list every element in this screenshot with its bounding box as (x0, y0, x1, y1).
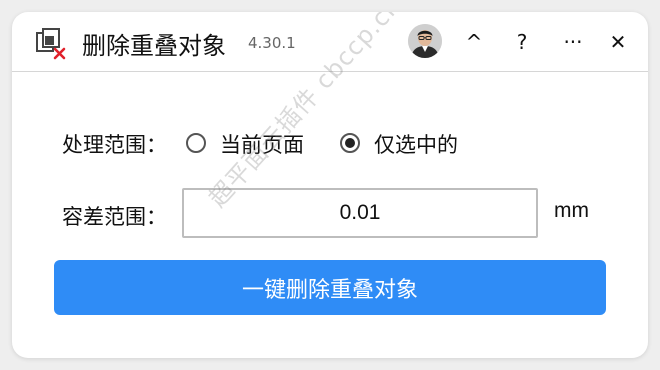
radio-selected-only[interactable] (340, 133, 360, 153)
close-icon: ✕ (609, 30, 627, 54)
app-title: 删除重叠对象 (82, 32, 226, 60)
dialog-window: 删除重叠对象 4.30.1 ^ ? ··· ✕ 处理范围： 当前页面 仅选中的 … (12, 12, 648, 358)
more-icon: ··· (563, 30, 583, 54)
delete-overlap-icon (36, 28, 66, 60)
radio-current-page[interactable] (186, 133, 206, 153)
tolerance-unit: mm (554, 199, 589, 222)
more-button[interactable]: ··· (557, 26, 589, 58)
title-bar: 删除重叠对象 4.30.1 ^ ? ··· ✕ (12, 12, 648, 72)
help-button[interactable]: ? (506, 26, 538, 58)
close-button[interactable]: ✕ (602, 26, 634, 58)
collapse-button[interactable]: ^ (458, 26, 490, 58)
range-label: 处理范围： (62, 133, 167, 157)
avatar-image (408, 24, 442, 58)
delete-overlap-button[interactable]: 一键删除重叠对象 (54, 260, 606, 315)
user-avatar[interactable] (408, 24, 442, 58)
chevron-up-icon: ^ (465, 30, 483, 54)
app-version: 4.30.1 (248, 34, 296, 52)
tolerance-input[interactable] (182, 188, 538, 238)
help-icon: ? (516, 30, 528, 54)
radio-current-page-label[interactable]: 当前页面 (220, 129, 304, 159)
tolerance-label: 容差范围： (62, 205, 167, 229)
radio-selected-only-label[interactable]: 仅选中的 (374, 129, 458, 159)
